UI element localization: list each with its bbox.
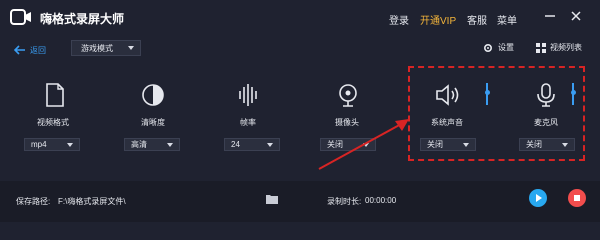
waveform-icon bbox=[233, 82, 263, 108]
chevron-down-icon bbox=[463, 143, 469, 147]
clarity-select[interactable]: 高清 bbox=[124, 138, 180, 151]
camera-icon bbox=[333, 82, 363, 108]
microphone-value: 关闭 bbox=[526, 140, 542, 149]
back-label: 返回 bbox=[30, 45, 46, 55]
grid-icon bbox=[536, 42, 546, 53]
system-sound-value: 关闭 bbox=[427, 140, 443, 149]
microphone-icon bbox=[531, 82, 561, 108]
vip-link[interactable]: 开通VIP bbox=[420, 12, 456, 27]
customer-service-link[interactable]: 客服 bbox=[467, 12, 487, 27]
chevron-down-icon bbox=[267, 143, 273, 147]
menu-link[interactable]: 菜单 bbox=[497, 12, 517, 27]
minimize-icon[interactable] bbox=[542, 8, 558, 24]
annotation-arrow-icon bbox=[318, 119, 409, 170]
close-icon[interactable] bbox=[568, 8, 584, 24]
system-sound-label: 系统声音 bbox=[431, 118, 463, 127]
play-icon bbox=[536, 194, 542, 202]
save-path-label: 保存路径: bbox=[16, 197, 51, 206]
mode-select-value: 游戏模式 bbox=[81, 43, 113, 53]
video-format-label: 视频格式 bbox=[37, 118, 69, 127]
microphone-select[interactable]: 关闭 bbox=[519, 138, 575, 151]
gear-icon bbox=[483, 43, 493, 52]
back-button[interactable]: 返回 bbox=[14, 43, 46, 57]
folder-icon[interactable] bbox=[266, 194, 278, 204]
record-time-label: 录制时长: bbox=[327, 197, 362, 206]
chevron-down-icon bbox=[167, 143, 173, 147]
clarity-icon bbox=[138, 82, 168, 108]
microphone-label: 麦克风 bbox=[534, 118, 558, 127]
stop-icon bbox=[574, 195, 580, 201]
settings-button[interactable]: 设置 bbox=[483, 42, 514, 53]
mode-select[interactable]: 游戏模式 bbox=[71, 40, 141, 56]
save-path-value: F:\嗨格式录屏文件\ bbox=[58, 197, 126, 206]
frame-rate-select[interactable]: 24 bbox=[224, 138, 280, 151]
video-format-select[interactable]: mp4 bbox=[24, 138, 80, 151]
video-list-button[interactable]: 视频列表 bbox=[536, 42, 582, 53]
video-list-label: 视频列表 bbox=[550, 43, 582, 52]
chevron-down-icon bbox=[562, 143, 568, 147]
settings-label: 设置 bbox=[498, 43, 514, 52]
clarity-value: 高清 bbox=[131, 140, 147, 149]
frame-rate-label: 帧率 bbox=[240, 118, 256, 127]
clarity-label: 清晰度 bbox=[141, 118, 165, 127]
video-format-value: mp4 bbox=[31, 140, 47, 149]
app-title: 嗨格式录屏大师 bbox=[40, 12, 125, 26]
app-logo-icon bbox=[10, 8, 32, 26]
chevron-down-icon bbox=[67, 143, 73, 147]
start-record-button[interactable] bbox=[529, 189, 547, 207]
record-time-value: 00:00:00 bbox=[365, 196, 397, 205]
login-link[interactable]: 登录 bbox=[389, 12, 409, 27]
microphone-volume-knob[interactable] bbox=[570, 90, 576, 95]
stop-record-button[interactable] bbox=[568, 189, 586, 207]
frame-rate-value: 24 bbox=[231, 140, 240, 149]
system-sound-select[interactable]: 关闭 bbox=[420, 138, 476, 151]
back-arrow-icon bbox=[14, 45, 25, 55]
chevron-down-icon bbox=[128, 46, 134, 50]
system-sound-volume-knob[interactable] bbox=[484, 90, 490, 95]
file-icon bbox=[40, 82, 70, 108]
speaker-icon bbox=[433, 82, 463, 108]
